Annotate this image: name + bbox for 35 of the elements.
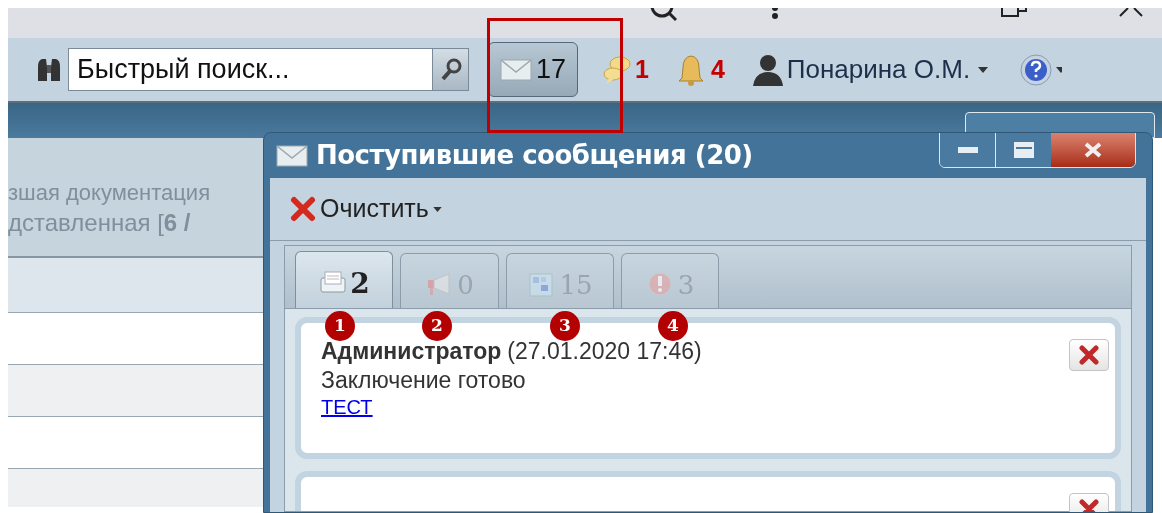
delete-button[interactable] <box>1069 339 1109 371</box>
caret-icon[interactable] <box>1056 66 1063 73</box>
messages-button[interactable]: 17 <box>488 42 578 97</box>
delete-icon <box>1078 345 1100 365</box>
delete-icon <box>290 196 316 222</box>
background-text: зшая документация <box>8 179 212 207</box>
window-icon[interactable] <box>1000 8 1030 18</box>
message-link[interactable]: ТЕСТ <box>321 395 373 419</box>
chat-count: 1 <box>635 53 649 85</box>
grid-icon <box>527 271 556 299</box>
help-icon[interactable] <box>1020 53 1053 86</box>
minimize-button[interactable] <box>940 133 996 167</box>
tab[interactable]: 2 <box>295 251 393 308</box>
more-icon[interactable] <box>771 8 779 20</box>
envelope-icon <box>499 57 532 82</box>
caret-icon <box>978 66 989 73</box>
window-title: Поступившие сообщения (20) <box>316 139 753 172</box>
maximize-button[interactable] <box>996 133 1051 167</box>
background-text: дставленная [6 / <box>8 208 192 238</box>
minimize-icon <box>957 146 978 153</box>
envelope-icon <box>276 143 308 168</box>
close-button[interactable] <box>1051 133 1135 167</box>
search-icon <box>439 56 462 83</box>
message-text: Заключение готово <box>321 366 526 395</box>
notification-count: 4 <box>710 53 725 85</box>
clear-button[interactable]: Очистить <box>290 190 442 228</box>
search-field[interactable]: Быстрый поиск... <box>68 48 433 91</box>
search-button[interactable] <box>433 48 469 91</box>
binoculars-icon[interactable] <box>37 56 61 83</box>
user-menu[interactable]: Понарина О.М. <box>786 50 989 89</box>
chat-bubbles-icon[interactable] <box>603 53 631 86</box>
caret-icon <box>432 206 442 212</box>
maximize-icon <box>1013 141 1034 158</box>
close-icon[interactable] <box>1118 8 1144 17</box>
close-icon <box>1083 141 1103 158</box>
